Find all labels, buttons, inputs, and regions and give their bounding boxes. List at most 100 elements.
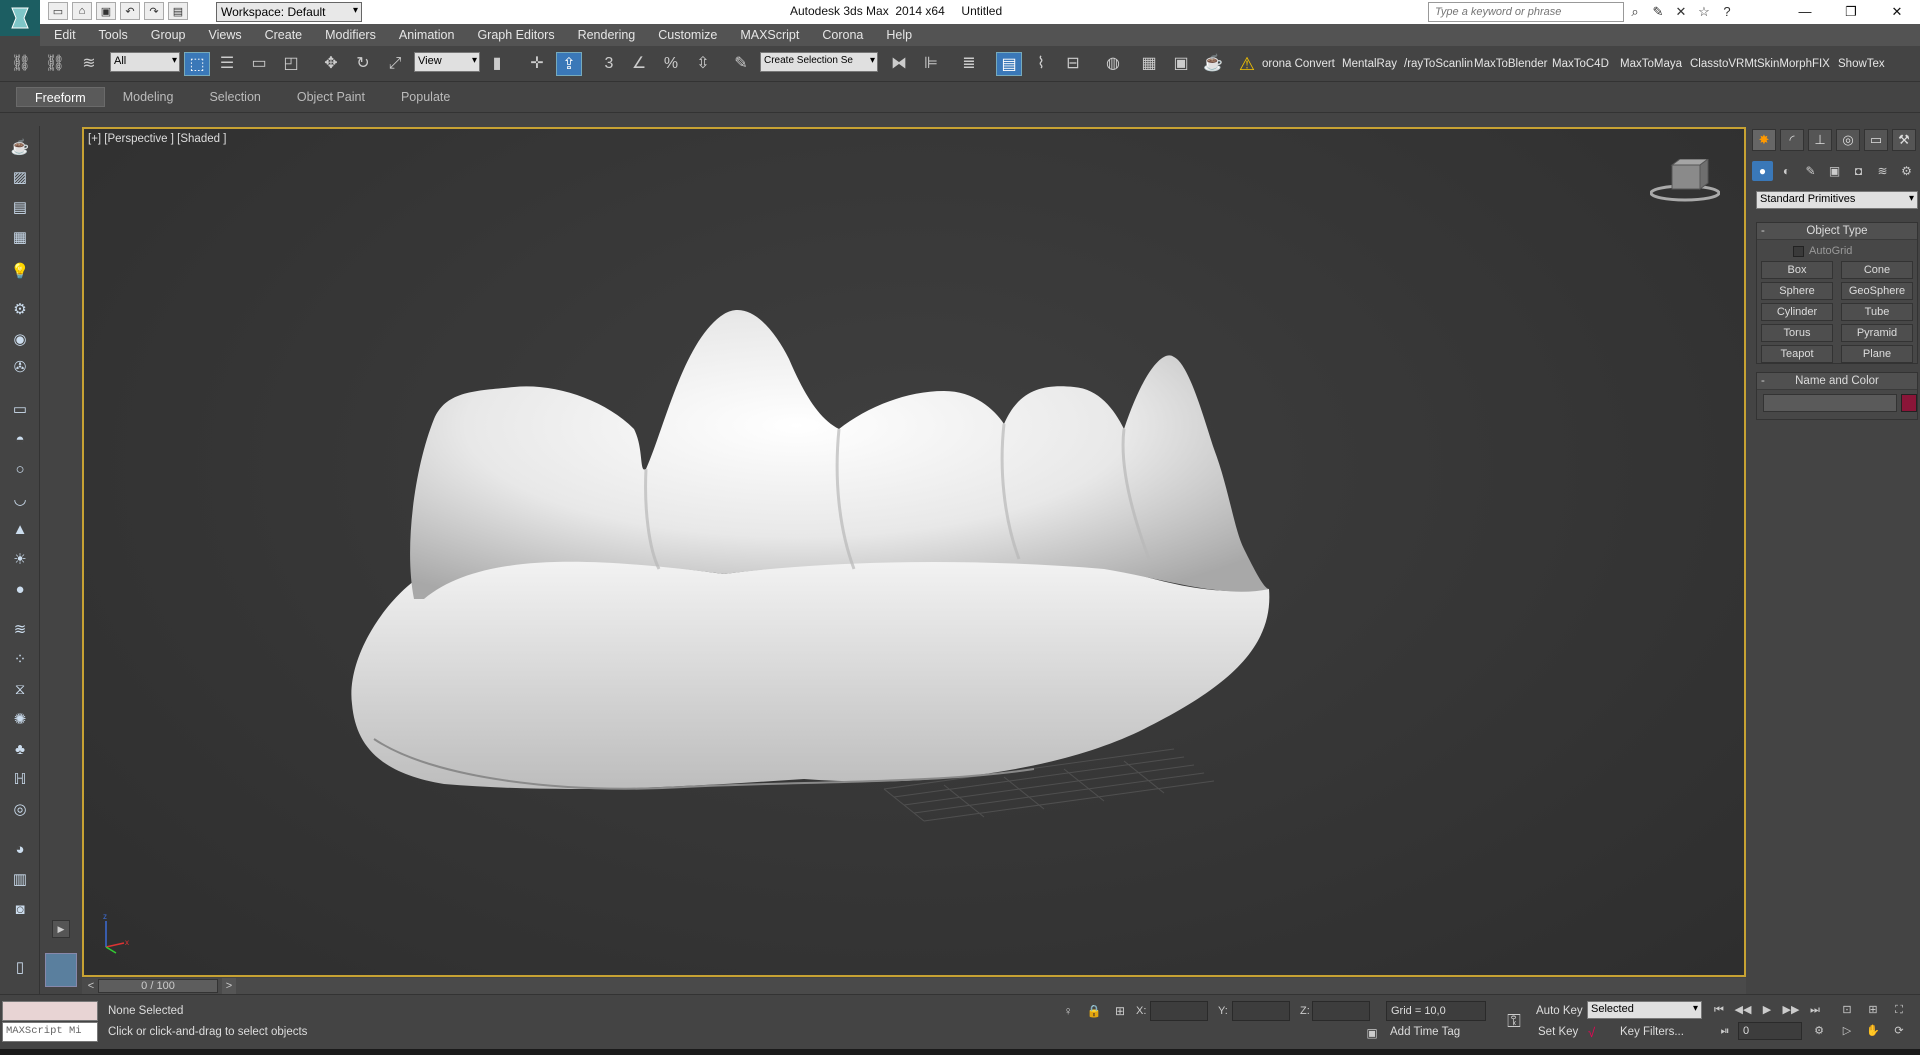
create-tab-icon[interactable]: ✸ bbox=[1752, 129, 1776, 151]
binoculars-search-icon[interactable]: ⌕ bbox=[1626, 3, 1644, 21]
schematic-view-icon[interactable]: ⊟ bbox=[1060, 52, 1086, 76]
particle-icon[interactable]: ⁘ bbox=[7, 648, 33, 672]
search-input[interactable] bbox=[1429, 3, 1623, 21]
curve-editor-mini-icon[interactable]: √ bbox=[1588, 1025, 1595, 1040]
dome-primitive-icon[interactable]: ◓ bbox=[7, 428, 33, 452]
plugin-max-to-blender[interactable]: MaxToBlender bbox=[1474, 58, 1548, 70]
window-crossing-icon[interactable]: ◰ bbox=[278, 52, 304, 76]
auto-key-button[interactable]: Auto Key bbox=[1536, 1005, 1583, 1017]
maxscript-listener-input[interactable]: MAXScript Mi bbox=[2, 1022, 98, 1042]
time-slider[interactable]: < 0 / 100 > bbox=[82, 978, 1746, 994]
edit-named-selection-icon[interactable]: ✎ bbox=[728, 52, 754, 76]
light-bulb-icon[interactable]: 💡 bbox=[7, 260, 33, 284]
zoom-extents-icon[interactable]: ⊡ bbox=[1838, 1001, 1856, 1019]
communication-center-icon[interactable]: ✕ bbox=[1672, 3, 1690, 21]
plugin-skinmorph-fix[interactable]: SkinMorphFIX bbox=[1757, 58, 1830, 70]
hair-comb-icon[interactable]: ≋ bbox=[7, 618, 33, 642]
modify-tab-icon[interactable]: ◜ bbox=[1780, 129, 1804, 151]
layout-table-icon[interactable]: ▦ bbox=[7, 226, 33, 250]
layer-manager-icon[interactable]: ≣ bbox=[956, 52, 982, 76]
menu-maxscript[interactable]: MAXScript bbox=[740, 28, 799, 42]
keyboard-shortcut-override-icon[interactable]: ⇪ bbox=[556, 52, 582, 76]
rectangular-selection-icon[interactable]: ▭ bbox=[246, 52, 272, 76]
graphite-ribbon-icon[interactable]: ▤ bbox=[996, 52, 1022, 76]
plugin-corona-convert[interactable]: orona Convert bbox=[1262, 58, 1335, 70]
shell-icon[interactable]: ◎ bbox=[7, 798, 33, 822]
film-camera-icon[interactable]: ✇ bbox=[7, 356, 33, 380]
object-color-swatch[interactable] bbox=[1901, 394, 1917, 412]
menu-views[interactable]: Views bbox=[208, 28, 241, 42]
tab-object-paint[interactable]: Object Paint bbox=[279, 87, 383, 107]
selection-lock-icon[interactable]: 🔒 bbox=[1086, 1003, 1102, 1019]
menu-group[interactable]: Group bbox=[151, 28, 186, 42]
menu-tools[interactable]: Tools bbox=[99, 28, 128, 42]
undo-icon[interactable]: ↶ bbox=[120, 2, 140, 20]
project-folder-icon[interactable]: ▤ bbox=[168, 2, 188, 20]
motion-tab-icon[interactable]: ◎ bbox=[1836, 129, 1860, 151]
plugin-max-to-c4d[interactable]: MaxToC4D bbox=[1552, 58, 1609, 70]
mini-viewport-thumbnail[interactable] bbox=[45, 953, 77, 987]
geometry-icon[interactable]: ● bbox=[1752, 161, 1773, 181]
lights-icon[interactable]: ✎ bbox=[1800, 161, 1821, 181]
menu-edit[interactable]: Edit bbox=[54, 28, 76, 42]
menu-animation[interactable]: Animation bbox=[399, 28, 455, 42]
spinner-snap-icon[interactable]: ⇳ bbox=[690, 52, 716, 76]
curve-editor-icon[interactable]: ⌇ bbox=[1028, 52, 1054, 76]
plane-primitive-icon[interactable]: ▭ bbox=[7, 398, 33, 422]
select-and-rotate-icon[interactable]: ↻ bbox=[350, 52, 376, 76]
new-file-icon[interactable]: ▭ bbox=[48, 2, 68, 20]
time-tag-icon[interactable]: ▣ bbox=[1364, 1025, 1380, 1041]
plugin-mentalray[interactable]: MentalRay bbox=[1342, 58, 1397, 70]
bind-to-space-warp-icon[interactable]: ≋ bbox=[76, 52, 102, 76]
name-and-color-header[interactable]: Name and Color bbox=[1757, 373, 1917, 390]
key-filters-button[interactable]: Key Filters... bbox=[1620, 1026, 1684, 1038]
minimize-button[interactable]: — bbox=[1782, 0, 1828, 24]
next-frame-icon[interactable]: ▶▶ bbox=[1782, 1001, 1800, 1019]
viewcube-icon[interactable] bbox=[1650, 159, 1720, 203]
pivot-center-icon[interactable]: ▮ bbox=[484, 52, 510, 76]
restore-button[interactable]: ❐ bbox=[1828, 0, 1874, 24]
isolate-selection-icon[interactable]: ♀ bbox=[1060, 1003, 1076, 1019]
z-coord-field[interactable] bbox=[1312, 1001, 1370, 1021]
cone-button[interactable]: Cone bbox=[1841, 261, 1913, 279]
mirror-icon[interactable]: ⧓ bbox=[886, 52, 912, 76]
torus-button[interactable]: Torus bbox=[1761, 324, 1833, 342]
go-to-end-icon[interactable]: ⏭ bbox=[1806, 1001, 1824, 1019]
display-icon[interactable]: ◙ bbox=[7, 898, 33, 922]
warning-icon[interactable]: ⚠ bbox=[1234, 52, 1260, 76]
menu-corona[interactable]: Corona bbox=[822, 28, 863, 42]
go-to-start-icon[interactable]: ⏮ bbox=[1710, 1001, 1728, 1019]
plugin-vray-to-scanline[interactable]: /rayToScanlin bbox=[1404, 58, 1473, 70]
viewport-image-icon[interactable]: ▨ bbox=[7, 166, 33, 190]
favorites-star-icon[interactable]: ☆ bbox=[1695, 3, 1713, 21]
angle-snap-icon[interactable]: ∠ bbox=[626, 52, 652, 76]
zoom-all-icon[interactable]: ⊞ bbox=[1864, 1001, 1882, 1019]
menu-rendering[interactable]: Rendering bbox=[578, 28, 636, 42]
save-file-icon[interactable]: ▣ bbox=[96, 2, 116, 20]
render-production-icon[interactable]: ☕ bbox=[1200, 52, 1226, 76]
plugin-showtex[interactable]: ShowTex bbox=[1838, 58, 1885, 70]
expand-arrow-icon[interactable]: ▶ bbox=[52, 920, 70, 938]
display-tab-icon[interactable]: ▭ bbox=[1864, 129, 1888, 151]
systems-icon[interactable]: ⚙ bbox=[1896, 161, 1917, 181]
align-icon[interactable]: ⊫ bbox=[918, 52, 944, 76]
close-button[interactable]: ✕ bbox=[1874, 0, 1920, 24]
orbit-icon[interactable]: ⟳ bbox=[1890, 1022, 1908, 1040]
y-coord-field[interactable] bbox=[1232, 1001, 1290, 1021]
pan-view-icon[interactable]: ✋ bbox=[1864, 1022, 1882, 1040]
reference-coordinate-dropdown[interactable]: View bbox=[414, 52, 480, 72]
search-box[interactable] bbox=[1428, 2, 1624, 22]
snaps-toggle-icon[interactable]: 3 bbox=[596, 52, 622, 76]
hierarchy-tab-icon[interactable]: ⊥ bbox=[1808, 129, 1832, 151]
teapot-tool-icon[interactable]: ☕ bbox=[7, 136, 33, 160]
tab-populate[interactable]: Populate bbox=[383, 87, 468, 107]
tab-selection[interactable]: Selection bbox=[191, 87, 278, 107]
current-frame-field[interactable]: 0 bbox=[1738, 1022, 1802, 1040]
time-config-icon[interactable]: ⚙ bbox=[1810, 1022, 1828, 1040]
tab-modeling[interactable]: Modeling bbox=[105, 87, 192, 107]
camera-icon[interactable]: ◉ bbox=[7, 328, 33, 352]
menu-help[interactable]: Help bbox=[886, 28, 912, 42]
cylinder-button[interactable]: Cylinder bbox=[1761, 303, 1833, 321]
material-sphere-icon[interactable]: ◕ bbox=[7, 838, 33, 862]
menu-create[interactable]: Create bbox=[265, 28, 303, 42]
